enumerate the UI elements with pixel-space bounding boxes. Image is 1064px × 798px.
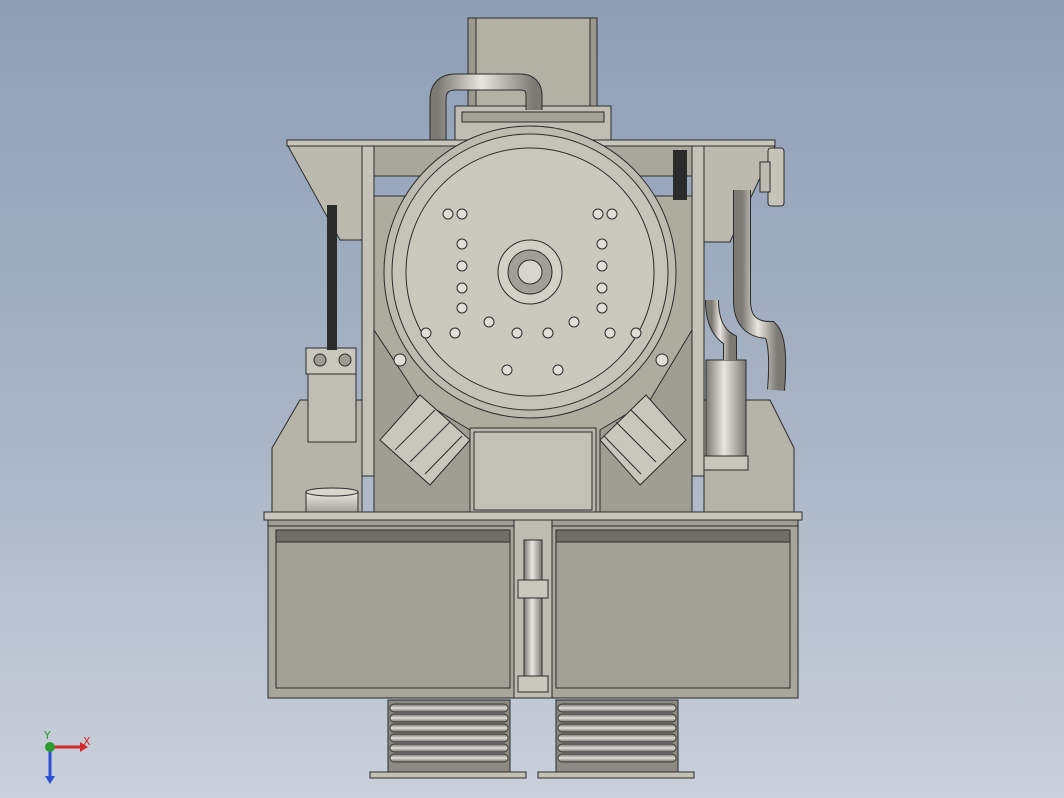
- base-plate: [263, 511, 803, 521]
- y-axis-dot: [45, 742, 55, 752]
- y-axis-label: Y: [43, 729, 51, 742]
- x-axis-label: X: [83, 735, 91, 748]
- bellows-left: [369, 699, 527, 779]
- engine-model: [263, 17, 803, 779]
- lower-tanks: [267, 519, 799, 699]
- coordinate-triad: X Y: [43, 729, 91, 784]
- left-side: [271, 347, 363, 513]
- flywheel: [383, 125, 677, 419]
- cad-viewport[interactable]: X Y: [0, 0, 1064, 798]
- bellows-right: [537, 699, 695, 779]
- engine-front-view: X Y: [43, 17, 803, 784]
